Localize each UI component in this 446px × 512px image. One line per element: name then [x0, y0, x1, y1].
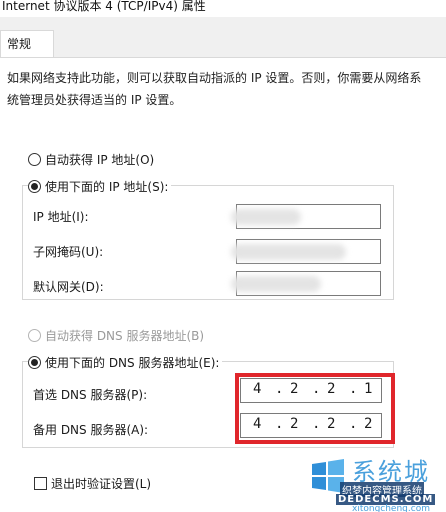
- title-bar: Internet 协议版本 4 (TCP/IPv4) 属性: [0, 0, 446, 17]
- description-text: 如果网络支持此功能，则可以获取自动指派的 IP 设置。否则，你需要从网络系统管理…: [7, 71, 422, 107]
- default-gateway-input[interactable]: [231, 271, 381, 296]
- redacted-subnet-mask: [231, 244, 346, 260]
- ip-address-label: IP 地址(I):: [33, 210, 89, 224]
- default-gateway-label: 默认网关(D):: [33, 280, 104, 294]
- radio-auto-ip-label: 自动获得 IP 地址(O): [45, 152, 155, 167]
- tab-general-label: 常规: [7, 37, 32, 51]
- validate-on-exit-label: 退出时验证设置(L): [51, 477, 152, 491]
- preferred-dns-label: 首选 DNS 服务器(P):: [33, 388, 148, 402]
- alternate-dns-label: 备用 DNS 服务器(A):: [33, 423, 149, 437]
- watermark: 系统城 织梦内容管理系统 DEDECMS.COM xitongcheng.com: [300, 450, 446, 512]
- dns-highlight-box: [235, 373, 395, 444]
- radio-manual-ip-label: 使用下面的 IP 地址(S):: [45, 179, 169, 194]
- redacted-default-gateway: [231, 276, 321, 292]
- window-title: Internet 协议版本 4 (TCP/IPv4) 属性: [2, 0, 206, 13]
- redacted-ip-address: [231, 209, 301, 225]
- tab-general[interactable]: 常规: [0, 30, 54, 58]
- radio-manual-dns-button[interactable]: [28, 355, 41, 369]
- radio-auto-ip-button[interactable]: [28, 152, 41, 166]
- radio-manual-dns[interactable]: 使用下面的 DNS 服务器地址(E):: [28, 353, 223, 371]
- radio-auto-ip[interactable]: 自动获得 IP 地址(O): [28, 150, 154, 168]
- radio-auto-dns[interactable]: 自动获得 DNS 服务器地址(B): [28, 326, 204, 344]
- validate-on-exit-checkbox[interactable]: [34, 477, 47, 490]
- watermark-line3: xitongcheng.com: [352, 504, 430, 512]
- radio-auto-dns-button[interactable]: [28, 328, 41, 342]
- radio-manual-ip[interactable]: 使用下面的 IP 地址(S):: [28, 177, 172, 195]
- radio-manual-dns-label: 使用下面的 DNS 服务器地址(E):: [45, 355, 220, 370]
- ip-address-input[interactable]: [231, 204, 381, 229]
- radio-auto-dns-label: 自动获得 DNS 服务器地址(B): [45, 328, 205, 343]
- tab-strip: 常规: [0, 17, 446, 58]
- radio-manual-ip-button[interactable]: [28, 179, 41, 193]
- subnet-mask-input[interactable]: [231, 239, 381, 264]
- validate-on-exit[interactable]: 退出时验证设置(L): [34, 475, 151, 492]
- subnet-mask-label: 子网掩码(U):: [33, 245, 104, 259]
